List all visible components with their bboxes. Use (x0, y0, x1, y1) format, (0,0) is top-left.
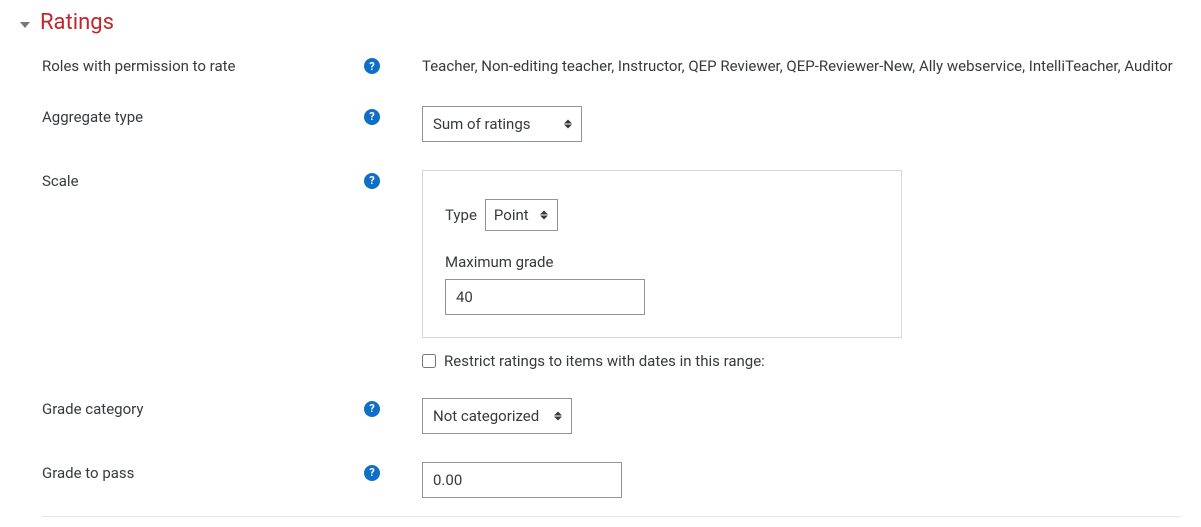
value-col-grade-to-pass (390, 462, 1181, 498)
row-scale: Scale ? Type Point Maximum grade Restric… (20, 170, 1181, 370)
grade-to-pass-label: Grade to pass (42, 464, 364, 482)
value-col-aggregate: Sum of ratings (390, 106, 1181, 142)
restrict-row: Restrict ratings to items with dates in … (422, 352, 1181, 370)
row-grade-to-pass: Grade to pass ? (20, 462, 1181, 498)
scale-label: Scale (42, 172, 364, 190)
label-col-roles: Roles with permission to rate ? (20, 55, 390, 75)
grade-to-pass-input[interactable] (422, 462, 622, 498)
scale-max-label: Maximum grade (445, 253, 879, 271)
row-roles: Roles with permission to rate ? Teacher,… (20, 55, 1181, 78)
scale-box: Type Point Maximum grade (422, 170, 902, 338)
roles-label: Roles with permission to rate (42, 57, 364, 75)
divider (42, 516, 1181, 517)
collapse-icon (20, 22, 30, 28)
grade-category-label: Grade category (42, 400, 364, 418)
section-title: Ratings (40, 10, 114, 35)
aggregate-select[interactable]: Sum of ratings (422, 106, 582, 142)
label-col-scale: Scale ? (20, 170, 390, 190)
value-col-roles: Teacher, Non-editing teacher, Instructor… (390, 55, 1181, 78)
aggregate-select-wrap: Sum of ratings (422, 106, 582, 142)
grade-category-select-wrap: Not categorized (422, 398, 572, 434)
help-icon[interactable]: ? (364, 173, 380, 189)
value-col-scale: Type Point Maximum grade Restrict rating… (390, 170, 1181, 370)
section-header[interactable]: Ratings (20, 10, 1181, 35)
scale-max-input[interactable] (445, 279, 645, 315)
roles-value: Teacher, Non-editing teacher, Instructor… (422, 55, 1181, 78)
row-grade-category: Grade category ? Not categorized (20, 398, 1181, 434)
grade-category-select[interactable]: Not categorized (422, 398, 572, 434)
scale-type-label: Type (445, 206, 477, 224)
help-icon[interactable]: ? (364, 465, 380, 481)
label-col-aggregate: Aggregate type ? (20, 106, 390, 126)
restrict-checkbox[interactable] (422, 354, 436, 368)
help-icon[interactable]: ? (364, 109, 380, 125)
help-icon[interactable]: ? (364, 58, 380, 74)
aggregate-label: Aggregate type (42, 108, 364, 126)
scale-type-row: Type Point (445, 199, 879, 231)
scale-type-select[interactable]: Point (485, 199, 558, 231)
restrict-label: Restrict ratings to items with dates in … (444, 352, 765, 370)
row-aggregate: Aggregate type ? Sum of ratings (20, 106, 1181, 142)
value-col-grade-category: Not categorized (390, 398, 1181, 434)
label-col-grade-category: Grade category ? (20, 398, 390, 418)
label-col-grade-to-pass: Grade to pass ? (20, 462, 390, 482)
scale-type-select-wrap: Point (485, 199, 558, 231)
help-icon[interactable]: ? (364, 401, 380, 417)
